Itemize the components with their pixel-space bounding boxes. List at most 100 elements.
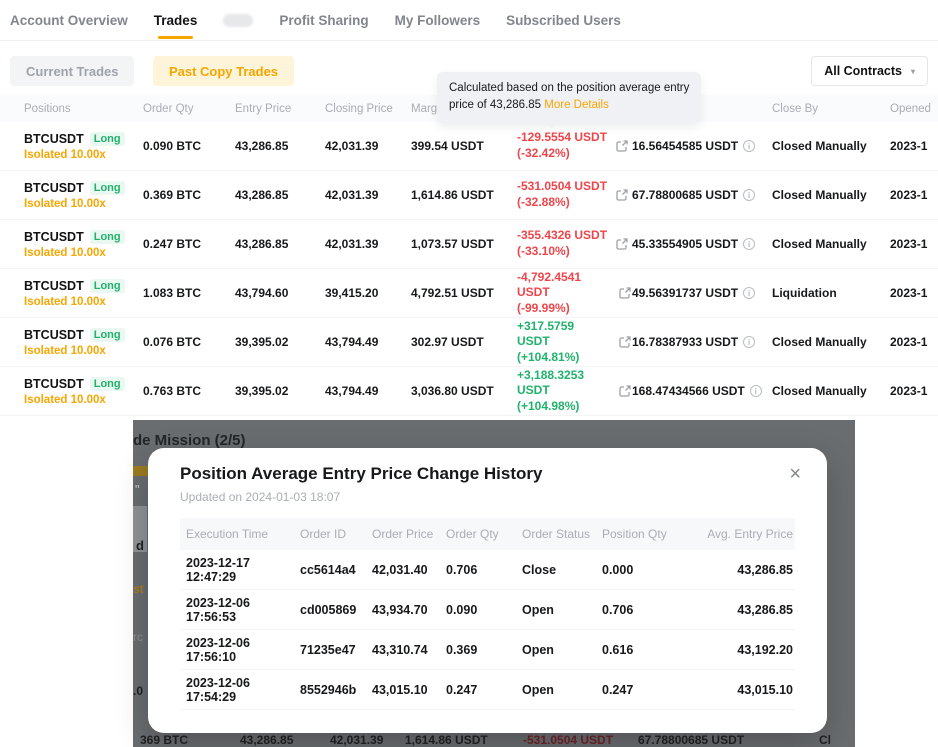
closing-price: 42,031.39 [325, 237, 411, 251]
col-order-id: Order ID [300, 527, 372, 541]
margin: 302.97 USDT [411, 335, 517, 349]
close-icon[interactable]: × [789, 464, 801, 484]
side-badge: Long [90, 132, 125, 146]
order-status: Open [522, 643, 602, 657]
info-icon[interactable]: i [743, 336, 755, 348]
dimmed-heading-fragment: de Mission (2/5) [133, 432, 246, 449]
table-row: BTCUSDTLong Isolated 10.00x 0.247 BTC 43… [0, 220, 938, 269]
pnl-cell: -531.0504 USDT(-32.88%) [517, 179, 632, 210]
margin-mode: Isolated 10.00x [24, 198, 143, 210]
entry-price: 43,286.85 [235, 188, 325, 202]
external-link-icon[interactable] [618, 384, 632, 398]
pnl-cell: +3,188.3253 USDT(+104.98%) [517, 368, 632, 415]
side-badge: Long [90, 279, 125, 293]
contracts-dropdown[interactable]: All Contracts ▾ [811, 56, 928, 86]
dimmed-text-fragment: st [133, 582, 144, 596]
pnl-value: +317.5759 USDT [517, 319, 610, 350]
dimmed-cell: -531.0504 USDT [523, 733, 613, 747]
col-closing-price: Closing Price [325, 103, 411, 115]
current-trades-button[interactable]: Current Trades [10, 56, 134, 86]
margin-mode: Isolated 10.00x [24, 247, 143, 259]
order-id: 71235e47 [300, 643, 372, 657]
roi-value: (+104.98%) [517, 399, 610, 415]
info-icon[interactable]: i [743, 189, 755, 201]
modal-table-row: 2023-12-06 17:56:53 cd005869 43,934.70 0… [180, 590, 795, 630]
table-row: BTCUSDTLong Isolated 10.00x 0.090 BTC 43… [0, 122, 938, 171]
dimmed-quote-fragment: " [135, 482, 140, 497]
opened-time: 2023-1 [890, 286, 938, 300]
info-icon[interactable]: i [743, 238, 755, 250]
info-icon[interactable]: i [743, 287, 755, 299]
closing-price: 43,794.49 [325, 335, 411, 349]
table-row: BTCUSDTLong Isolated 10.00x 1.083 BTC 43… [0, 269, 938, 318]
side-badge: Long [90, 230, 125, 244]
positions-cell: BTCUSDTLong Isolated 10.00x [24, 181, 143, 210]
col-opened: Opened [890, 103, 938, 115]
table-row: BTCUSDTLong Isolated 10.00x 0.763 BTC 39… [0, 367, 938, 416]
fee-cell: 49.56391737 USDTi [632, 286, 772, 300]
table-row: BTCUSDTLong Isolated 10.00x 0.369 BTC 43… [0, 171, 938, 220]
external-link-icon[interactable] [618, 286, 632, 300]
order-status: Open [522, 683, 602, 697]
dimmed-cell: 1,614.86 USDT [405, 733, 488, 747]
dimmed-cell: 43,286.85 [240, 733, 293, 747]
order-qty: 0.369 BTC [143, 188, 235, 202]
external-link-icon[interactable] [615, 237, 629, 251]
position-qty: 0.247 [602, 683, 690, 697]
side-badge: Long [90, 377, 125, 391]
tab-profit-sharing[interactable]: Profit Sharing [279, 13, 368, 28]
positions-cell: BTCUSDTLong Isolated 10.00x [24, 279, 143, 308]
external-link-icon[interactable] [615, 188, 629, 202]
external-link-icon[interactable] [615, 139, 629, 153]
close-by: Closed Manually [772, 384, 890, 398]
entry-price: 43,794.60 [235, 286, 325, 300]
position-qty: 0.706 [602, 603, 690, 617]
tab-subscribed-users[interactable]: Subscribed Users [506, 13, 621, 28]
external-link-icon[interactable] [618, 335, 632, 349]
pnl-cell: -355.4326 USDT(-33.10%) [517, 228, 632, 259]
roi-value: (+104.81%) [517, 350, 610, 366]
pnl-value: -355.4326 USDT [517, 228, 607, 244]
col-avg-entry-price: Avg. Entry Price [690, 527, 795, 541]
fee-cell: 45.33554905 USDTi [632, 237, 772, 251]
order-qty: 1.083 BTC [143, 286, 235, 300]
info-icon[interactable]: i [743, 140, 755, 152]
margin-mode: Isolated 10.00x [24, 394, 143, 406]
dimmed-cell: 67.78800685 USDT [638, 733, 744, 747]
page: Account Overview Trades Profit Sharing M… [0, 0, 938, 747]
past-copy-trades-button[interactable]: Past Copy Trades [153, 56, 294, 86]
roi-value: (-99.99%) [517, 301, 610, 317]
symbol: BTCUSDT [24, 181, 84, 195]
order-price: 42,031.40 [372, 563, 446, 577]
entry-price: 43,286.85 [235, 139, 325, 153]
side-badge: Long [90, 328, 125, 342]
more-details-link[interactable]: More Details [544, 99, 609, 111]
tab-account-overview[interactable]: Account Overview [10, 13, 128, 28]
opened-time: 2023-1 [890, 188, 938, 202]
close-by: Closed Manually [772, 335, 890, 349]
symbol: BTCUSDT [24, 279, 84, 293]
col-entry-price: Entry Price [235, 103, 325, 115]
symbol: BTCUSDT [24, 230, 84, 244]
opened-time: 2023-1 [890, 237, 938, 251]
tab-my-followers[interactable]: My Followers [395, 13, 481, 28]
tab-trades[interactable]: Trades [154, 13, 198, 28]
avg-entry-price: 43,286.85 [690, 603, 795, 617]
info-icon[interactable]: i [750, 385, 762, 397]
order-status: Close [522, 563, 602, 577]
execution-time: 2023-12-06 17:56:53 [180, 596, 300, 624]
order-qty: 0.706 [446, 563, 522, 577]
entry-price: 43,286.85 [235, 237, 325, 251]
pnl-value: -4,792.4541 USDT [517, 270, 610, 301]
margin: 1,073.57 USDT [411, 237, 517, 251]
modal-table-row: 2023-12-06 17:56:10 71235e47 43,310.74 0… [180, 630, 795, 670]
order-qty: 0.076 BTC [143, 335, 235, 349]
position-qty: 0.616 [602, 643, 690, 657]
dimmed-cell: 42,031.39 [330, 733, 383, 747]
closing-price: 39,415.20 [325, 286, 411, 300]
dimmed-text-fragment: .0 [133, 684, 143, 698]
modal-table-header: Execution Time Order ID Order Price Orde… [180, 518, 795, 550]
order-price: 43,310.74 [372, 643, 446, 657]
pnl-value: -531.0504 USDT [517, 179, 607, 195]
closing-price: 42,031.39 [325, 139, 411, 153]
